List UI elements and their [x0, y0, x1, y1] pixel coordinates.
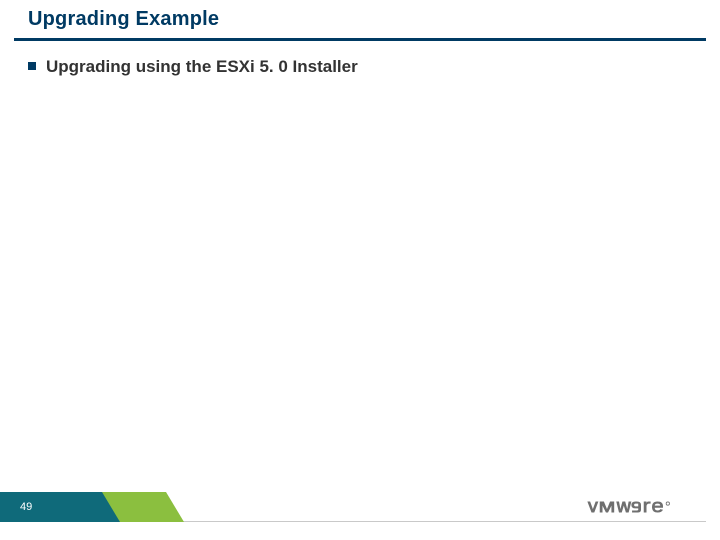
page-number: 49: [20, 501, 32, 513]
footer-accent-teal-angle: [102, 492, 120, 522]
bullet-item: Upgrading using the ESXi 5. 0 Installer: [28, 56, 692, 78]
body-area: Upgrading using the ESXi 5. 0 Installer: [28, 56, 692, 78]
square-bullet-icon: [28, 62, 36, 70]
bullet-text: Upgrading using the ESXi 5. 0 Installer: [46, 56, 358, 78]
footer-accent-teal: [0, 492, 102, 522]
footer-bar: 49: [0, 492, 720, 522]
footer: 49: [0, 492, 720, 530]
slide: Upgrading Example Upgrading using the ES…: [0, 0, 720, 540]
footer-accent-green-angle: [166, 492, 184, 522]
title-area: Upgrading Example: [28, 8, 692, 31]
vmware-logo-icon: [586, 497, 696, 517]
title-underline: [14, 38, 706, 41]
vmware-logo: [586, 492, 696, 522]
slide-title: Upgrading Example: [28, 8, 692, 31]
